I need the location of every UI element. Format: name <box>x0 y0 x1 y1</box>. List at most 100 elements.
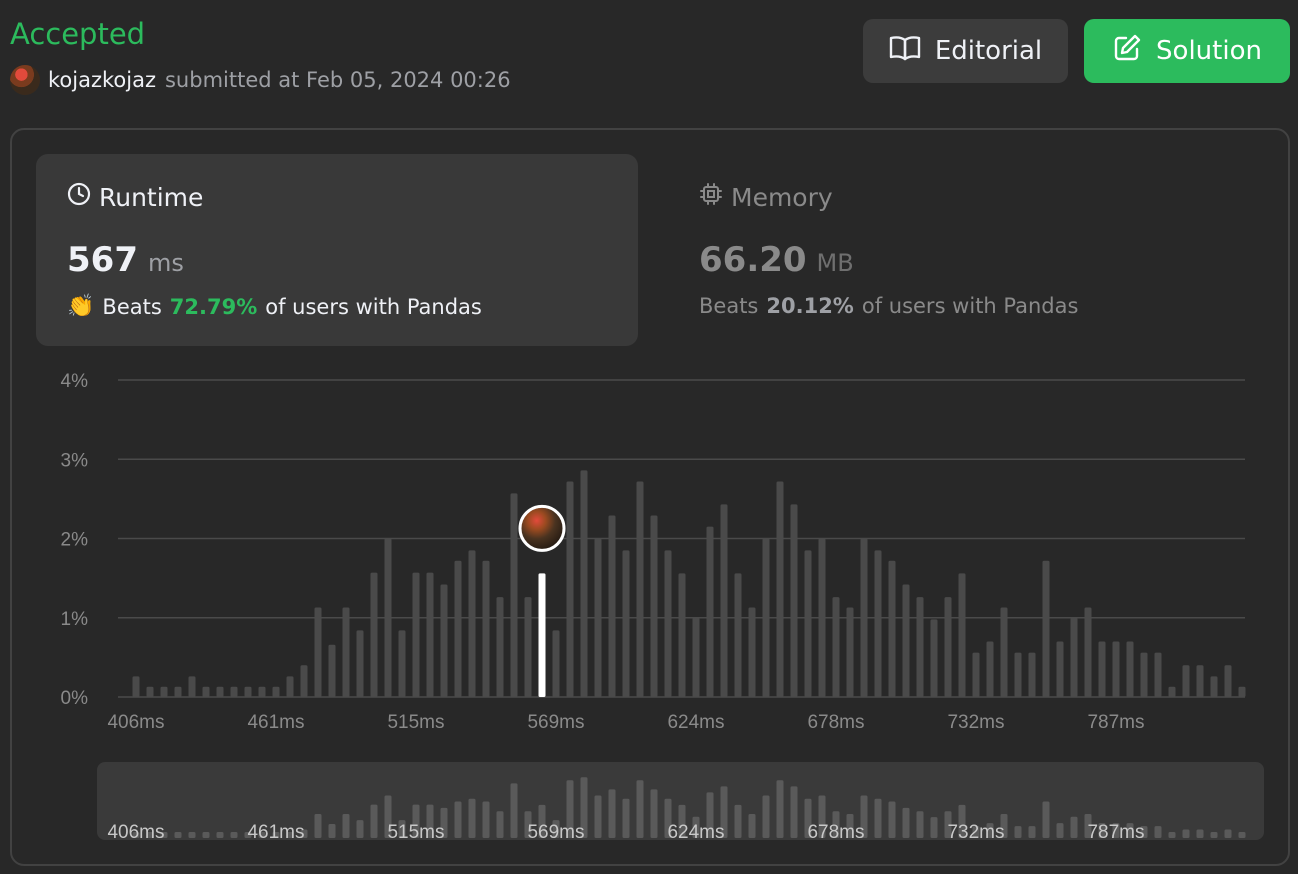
bar[interactable] <box>874 550 882 697</box>
mini-bar <box>594 795 602 838</box>
mini-bar <box>314 813 322 838</box>
highlight-bar[interactable] <box>538 573 546 697</box>
mini-bar <box>748 813 756 838</box>
bar[interactable] <box>230 686 238 697</box>
bar[interactable] <box>146 686 154 697</box>
mini-bar <box>174 832 182 838</box>
bar[interactable] <box>1154 652 1162 697</box>
bar[interactable] <box>412 572 420 697</box>
user-marker-avatar[interactable] <box>518 504 566 552</box>
bar[interactable] <box>482 560 490 697</box>
bar[interactable] <box>454 560 462 697</box>
bar[interactable] <box>524 597 532 697</box>
bar[interactable] <box>1098 641 1106 697</box>
mini-x-tick-label: 678ms <box>807 822 864 843</box>
bar[interactable] <box>1056 641 1064 697</box>
bar[interactable] <box>734 573 742 697</box>
bar[interactable] <box>426 572 434 697</box>
mini-bar <box>916 811 924 838</box>
bar[interactable] <box>1042 560 1050 697</box>
mini-bar <box>1224 829 1232 838</box>
bar[interactable] <box>832 597 840 697</box>
bar[interactable] <box>622 550 630 697</box>
bar[interactable] <box>244 686 252 697</box>
bar[interactable] <box>160 686 168 697</box>
bar[interactable] <box>1140 652 1148 697</box>
bar[interactable] <box>370 572 378 697</box>
bar[interactable] <box>286 676 294 697</box>
bar[interactable] <box>1168 686 1176 697</box>
bar[interactable] <box>930 619 938 697</box>
bar[interactable] <box>846 607 854 697</box>
mini-bar <box>1168 832 1176 838</box>
bar[interactable] <box>804 550 812 697</box>
mini-bar <box>622 798 630 838</box>
bar[interactable] <box>202 686 210 697</box>
mini-bar <box>496 811 504 838</box>
bar[interactable] <box>972 652 980 697</box>
bar[interactable] <box>594 538 602 698</box>
bar[interactable] <box>1112 641 1120 697</box>
bar[interactable] <box>720 504 728 697</box>
bar[interactable] <box>566 481 574 697</box>
bar[interactable] <box>174 686 182 697</box>
bar[interactable] <box>510 493 518 697</box>
bar[interactable] <box>986 641 994 697</box>
bar[interactable] <box>258 686 266 697</box>
bar[interactable] <box>776 481 784 697</box>
bar[interactable] <box>468 550 476 697</box>
bar[interactable] <box>790 504 798 697</box>
mini-x-tick-label: 569ms <box>527 822 584 843</box>
bar[interactable] <box>1196 665 1204 697</box>
bar[interactable] <box>902 584 910 697</box>
bar[interactable] <box>398 630 406 697</box>
bar[interactable] <box>860 538 868 698</box>
mini-x-tick-label: 624ms <box>667 822 724 843</box>
bar[interactable] <box>818 538 826 698</box>
bar[interactable] <box>580 470 588 697</box>
bar[interactable] <box>440 584 448 697</box>
mini-bar <box>454 801 462 838</box>
x-tick-label: 624ms <box>667 712 724 733</box>
bar[interactable] <box>300 665 308 697</box>
bar[interactable] <box>608 515 616 697</box>
mini-bar <box>1238 832 1246 838</box>
bar[interactable] <box>636 481 644 697</box>
bar[interactable] <box>664 550 672 697</box>
bar[interactable] <box>1126 641 1134 697</box>
bar[interactable] <box>650 515 658 697</box>
runtime-distribution-chart[interactable]: 0% 1% 2% 3% 4% 406ms 461ms 515ms 569ms 624ms 678ms… <box>0 0 1298 874</box>
bar[interactable] <box>1070 617 1078 697</box>
bar[interactable] <box>1084 607 1092 697</box>
mini-bar <box>1042 801 1050 838</box>
bar[interactable] <box>188 676 196 697</box>
bar[interactable] <box>888 560 896 697</box>
bar[interactable] <box>748 607 756 697</box>
mini-bar <box>216 832 224 838</box>
bar[interactable] <box>678 573 686 697</box>
bar[interactable] <box>356 630 364 697</box>
bar[interactable] <box>762 538 770 698</box>
bar[interactable] <box>342 607 350 697</box>
bar[interactable] <box>314 607 322 697</box>
bar[interactable] <box>1000 607 1008 697</box>
bar[interactable] <box>1224 665 1232 697</box>
bar[interactable] <box>1014 652 1022 697</box>
bar[interactable] <box>272 686 280 697</box>
bar[interactable] <box>958 573 966 697</box>
mini-bar <box>370 804 378 838</box>
bar[interactable] <box>216 686 224 697</box>
bar[interactable] <box>1238 686 1246 697</box>
bar[interactable] <box>1028 652 1036 697</box>
bar[interactable] <box>706 526 714 697</box>
bar[interactable] <box>384 538 392 698</box>
bar[interactable] <box>132 676 140 697</box>
bar[interactable] <box>916 597 924 697</box>
bar[interactable] <box>692 617 700 697</box>
bar[interactable] <box>552 630 560 697</box>
bar[interactable] <box>1210 676 1218 697</box>
bar[interactable] <box>944 597 952 697</box>
bar[interactable] <box>496 597 504 697</box>
bar[interactable] <box>1182 665 1190 697</box>
bar[interactable] <box>328 644 336 697</box>
